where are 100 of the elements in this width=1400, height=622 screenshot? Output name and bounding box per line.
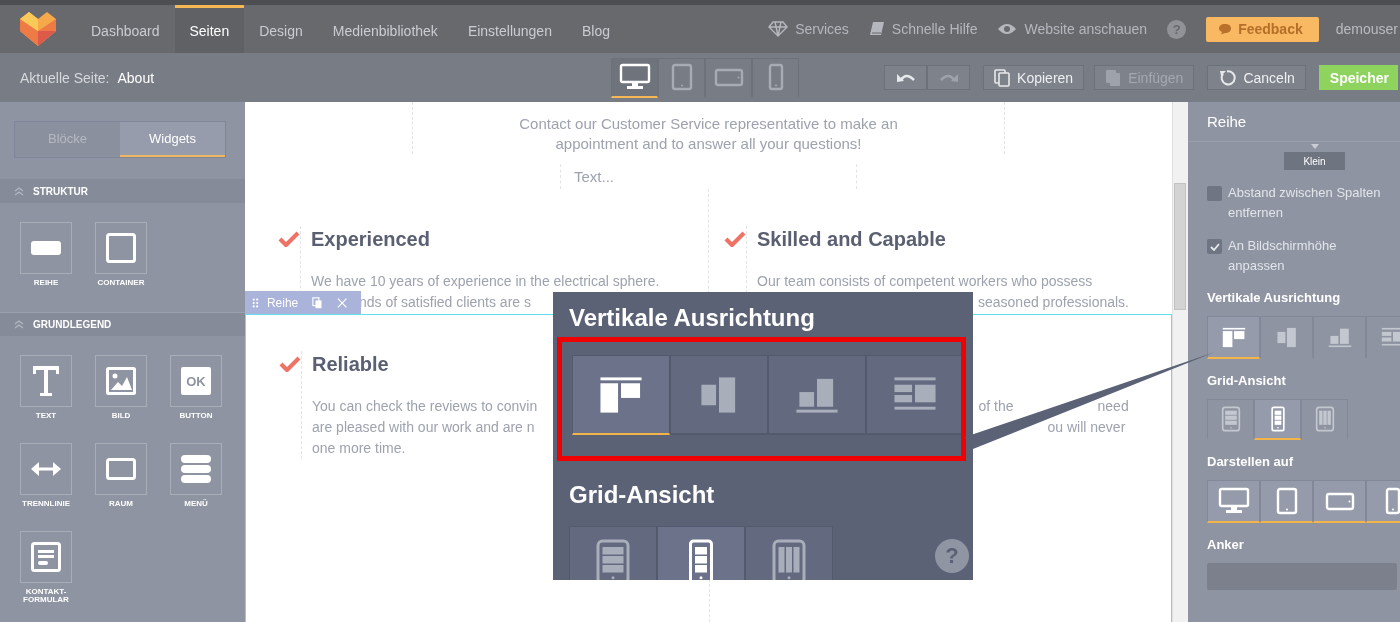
eye-icon — [997, 22, 1018, 36]
undo-button[interactable] — [884, 65, 928, 90]
nav-link[interactable]: Website anschauen — [997, 21, 1148, 37]
help-button[interactable]: ? — [1167, 19, 1187, 39]
book-icon — [868, 21, 885, 37]
checkbox-label: An Bildschirmhöhe anpassen — [1228, 237, 1338, 275]
copy-icon — [994, 68, 1011, 87]
checkmark-icon — [1209, 242, 1220, 251]
speech-bubble-icon — [1218, 23, 1233, 35]
size-button[interactable]: Klein — [1284, 152, 1345, 170]
widget-tile[interactable] — [95, 443, 147, 495]
option-button[interactable] — [1260, 480, 1313, 523]
row-menu[interactable]: Reihe — [245, 291, 361, 314]
checkbox-label: Abstand zwischen Spalten entfernen — [1228, 184, 1382, 222]
panel-title: Reihe — [1207, 113, 1247, 130]
feature-heading: Skilled and Capable — [757, 227, 947, 252]
text-icon — [33, 366, 59, 396]
nav-tab[interactable]: Seiten — [174, 5, 245, 53]
device-button[interactable] — [611, 57, 659, 98]
widget-tile[interactable]: OK — [170, 355, 222, 407]
section-header[interactable]: GRUNDLEGEND — [0, 312, 245, 336]
widget-tile[interactable] — [95, 355, 147, 407]
nav-tab[interactable]: Design — [244, 5, 318, 53]
user-menu[interactable]: demouser — [1335, 21, 1398, 37]
callout-title: Grid-Ansicht — [569, 480, 716, 510]
double-chevron-icon — [14, 186, 24, 196]
option-button[interactable] — [768, 355, 866, 435]
checkmark-icon — [279, 356, 301, 372]
option-button[interactable] — [1207, 480, 1260, 523]
copy-icon — [312, 295, 323, 310]
widget-tile[interactable] — [170, 443, 222, 495]
option-button[interactable] — [572, 355, 670, 435]
nav-tab[interactable]: Dashboard — [76, 5, 175, 53]
option-button[interactable] — [569, 526, 657, 580]
widget-tile[interactable] — [20, 355, 72, 407]
section-title: Vertikale Ausrichtung — [1207, 290, 1342, 307]
nav-link[interactable]: Schnelle Hilfe — [868, 21, 978, 37]
widget-tile[interactable] — [20, 443, 72, 495]
feature-heading: Experienced — [311, 227, 431, 252]
device-button[interactable] — [705, 57, 753, 98]
help-button[interactable]: ? — [935, 539, 969, 573]
feedback-button[interactable]: Feedback — [1206, 16, 1319, 42]
row-label: Reihe — [266, 295, 299, 310]
intro-text: Contact our Customer Service representative to make an appointment and to answer all your questions! — [518, 114, 899, 154]
option-button[interactable] — [866, 355, 961, 435]
option-button[interactable] — [1254, 399, 1301, 440]
caret-down-icon — [1310, 144, 1319, 149]
phone-icon — [767, 63, 784, 91]
rectangle-icon — [106, 458, 136, 480]
widget-label: REIHE — [32, 279, 60, 287]
option-button[interactable] — [1207, 316, 1260, 359]
widget-tile[interactable] — [20, 531, 72, 583]
option-button[interactable] — [745, 526, 833, 580]
widget-label: MENÜ — [183, 500, 209, 508]
widget-label: TEXT — [34, 412, 58, 420]
nav-tab[interactable]: Einstellungen — [452, 5, 567, 53]
widget-tile[interactable] — [95, 222, 147, 274]
align-middle-icon — [1274, 326, 1299, 348]
nav-link[interactable]: Services — [768, 21, 849, 37]
nav-tab[interactable]: Blog — [566, 5, 625, 53]
widget-label: CONTAINER — [96, 279, 146, 287]
tablet-icon — [1275, 487, 1298, 515]
copy-button[interactable]: Kopieren — [983, 65, 1085, 90]
drag-handle-icon — [252, 296, 259, 309]
device-button[interactable] — [658, 57, 706, 98]
double-chevron-icon — [14, 320, 24, 329]
section-title: Grid-Ansicht — [1207, 373, 1287, 390]
checkbox[interactable] — [1207, 239, 1222, 254]
double-arrow-icon — [31, 462, 61, 476]
circular-arrow-icon — [1218, 68, 1237, 87]
section-title: Darstellen auf — [1207, 454, 1294, 471]
widget-label: KONTAKT-FORMULAR — [22, 588, 70, 604]
bar-icon — [31, 241, 61, 255]
paragraph-text: Our team consists of competent workers who possess — [757, 272, 1093, 291]
section-header[interactable]: STRUKTUR — [0, 179, 245, 203]
paragraph-text: seasoned professionals. — [978, 293, 1129, 312]
save-button[interactable]: Speicher — [1318, 65, 1398, 90]
option-button[interactable] — [657, 526, 745, 580]
cancel-button[interactable]: Canceln — [1207, 65, 1306, 90]
logo — [19, 11, 57, 47]
paragraph-text: are pleased with our work and are n — [312, 418, 535, 437]
menu-icon — [181, 455, 211, 483]
text-placeholder[interactable]: Text... — [574, 168, 614, 185]
widget-label: BUTTON — [178, 412, 214, 420]
panel-tab[interactable]: Widgets — [120, 122, 225, 157]
option-button[interactable] — [670, 355, 768, 435]
paragraph-text: one more time. — [312, 439, 406, 458]
nav-tab[interactable]: Medienbibliothek — [317, 5, 453, 53]
checkbox[interactable] — [1207, 186, 1222, 201]
paste-icon — [1105, 68, 1122, 87]
section-title: GRUNDLEGEND — [33, 319, 112, 330]
device-button[interactable] — [752, 57, 800, 98]
widget-tile[interactable] — [20, 222, 72, 274]
square-icon — [106, 233, 136, 263]
monitor-icon — [618, 63, 651, 91]
widget-label: BILD — [110, 412, 132, 420]
paragraph-text: You can check the reviews to convin — [312, 397, 538, 416]
option-button[interactable] — [1313, 480, 1366, 523]
page-name: About — [117, 69, 155, 86]
scrollbar-thumb[interactable] — [1174, 183, 1186, 310]
